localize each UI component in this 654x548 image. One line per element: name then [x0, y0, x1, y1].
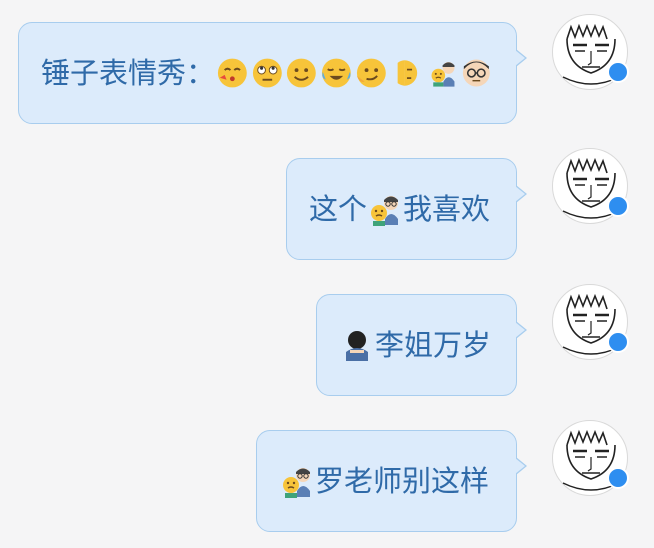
teacher-with-student-icon: [371, 196, 399, 226]
avatar[interactable]: [552, 284, 629, 360]
verified-badge-icon: [607, 195, 629, 217]
message-text-after: 我喜欢: [403, 191, 491, 226]
message-text: 李姐万岁: [375, 327, 492, 362]
avatar[interactable]: [552, 148, 629, 224]
side-eye-face-icon: [397, 60, 417, 86]
crying-laughing-face-icon: [322, 58, 351, 88]
verified-badge-icon: [607, 331, 629, 353]
teacher-with-student-icon: [283, 468, 310, 498]
kiss-face-icon: [217, 58, 247, 88]
message-bubble-1[interactable]: 锤子表情秀：: [18, 22, 527, 124]
smile-face-icon: [287, 58, 317, 88]
message-bubble-2[interactable]: 这个 我喜欢: [286, 158, 527, 260]
verified-badge-icon: [607, 467, 629, 489]
message-text: 锤子表情秀：: [41, 55, 216, 90]
smirk-face-icon: [356, 58, 386, 88]
message-bubble-4[interactable]: 罗老师别这样: [256, 430, 527, 532]
verified-badge-icon: [607, 61, 629, 83]
avatar[interactable]: [552, 420, 629, 496]
message-bubble-3[interactable]: 李姐万岁: [316, 294, 527, 396]
chat-window: 锤子表情秀： 这个 我喜欢 李姐万岁 罗老师别这样: [0, 0, 654, 548]
sad-person-icon: [431, 61, 455, 87]
glasses-face-icon: [463, 59, 491, 87]
bowing-person-icon: [346, 331, 368, 361]
avatar[interactable]: [552, 14, 629, 90]
message-text: 罗老师别这样: [315, 463, 490, 498]
message-text-before: 这个: [309, 191, 368, 226]
rolling-eyes-face-icon: [252, 58, 282, 88]
